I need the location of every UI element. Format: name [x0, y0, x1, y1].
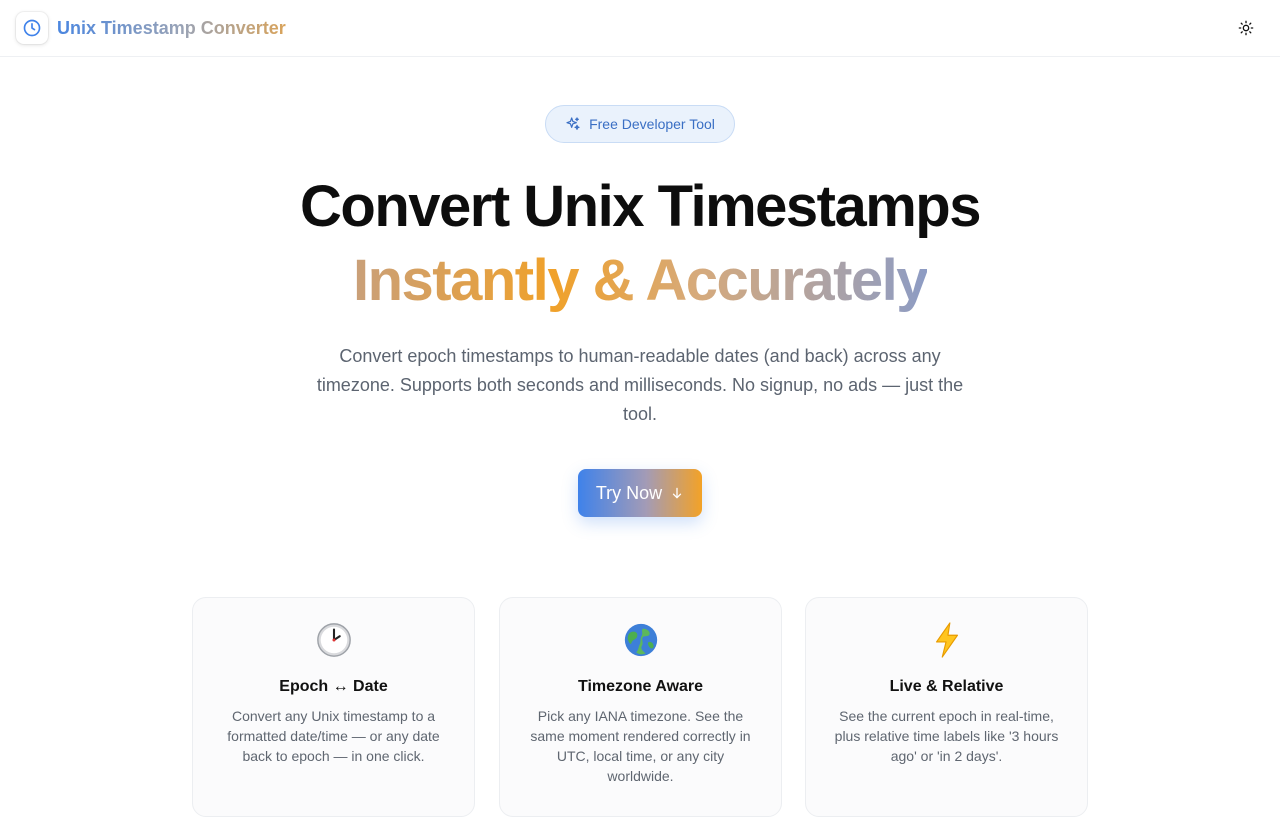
free-tool-badge: Free Developer Tool — [545, 105, 735, 143]
badge-label: Free Developer Tool — [589, 116, 715, 132]
brand-title[interactable]: Unix Timestamp Converter — [57, 17, 286, 39]
clock-icon — [23, 19, 41, 37]
feature-title: Timezone Aware — [577, 678, 704, 695]
feature-description: Pick any IANA timezone. See the same mom… — [530, 708, 751, 784]
arrow-down-icon — [673, 487, 682, 499]
feature-description: See the current epoch in real-time, plus… — [834, 708, 1059, 764]
try-now-label: Try Now — [595, 482, 663, 503]
lightning-emoji-icon — [806, 620, 1087, 660]
hero-subtitle: Convert epoch timestamps to human-readab… — [316, 346, 964, 424]
hero-title: Convert Unix Timestamps — [300, 174, 981, 239]
feature-card-timezone: Timezone Aware Pick any IANA timezone. S… — [499, 597, 782, 817]
hero-title-accent: Instantly & Accurately — [353, 246, 929, 316]
clock-emoji-icon — [193, 620, 474, 660]
feature-card-live-relative: Live & Relative See the current epoch in… — [805, 597, 1088, 817]
feature-title: Epoch ↔ Date — [279, 678, 388, 695]
hero-title-accent-wrap: Instantly & Accurately — [0, 246, 1280, 316]
globe-emoji-icon — [500, 620, 781, 660]
sparkles-icon — [566, 117, 580, 130]
feature-card-epoch-date: Epoch ↔ Date Convert any Unix timestamp … — [192, 597, 475, 817]
logo-button[interactable] — [16, 12, 48, 44]
feature-description: Convert any Unix timestamp to a formatte… — [227, 708, 440, 764]
top-navbar: Unix Timestamp Converter — [0, 0, 1280, 57]
sun-icon — [1238, 20, 1254, 36]
feature-title: Live & Relative — [889, 678, 1004, 695]
theme-toggle-button[interactable] — [1230, 12, 1262, 44]
try-now-button[interactable]: Try Now — [578, 469, 702, 517]
